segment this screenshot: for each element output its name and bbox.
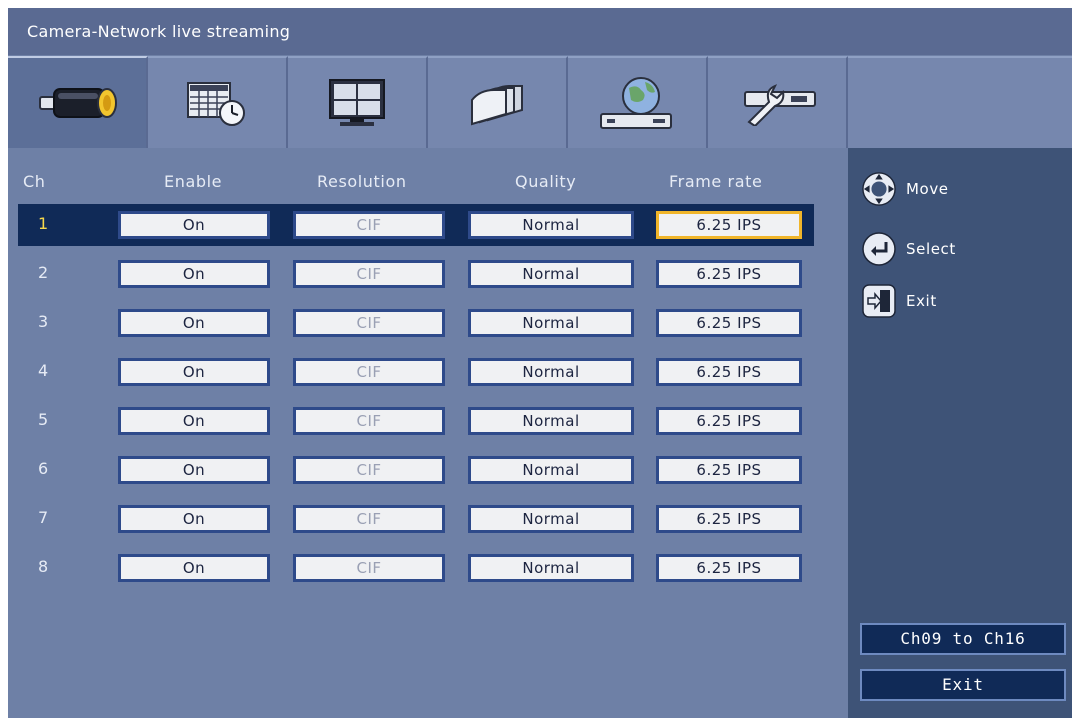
- quality-field[interactable]: Normal: [468, 309, 634, 337]
- legend-move-label: Move: [906, 180, 949, 198]
- channel-number: 5: [38, 410, 49, 429]
- enable-field[interactable]: On: [118, 456, 270, 484]
- enable-field[interactable]: On: [118, 260, 270, 288]
- tab-bar-filler: [848, 56, 1072, 148]
- resolution-field[interactable]: CIF: [293, 456, 445, 484]
- frame-rate-field[interactable]: 6.25 IPS: [656, 456, 802, 484]
- frame-rate-field[interactable]: 6.25 IPS: [656, 309, 802, 337]
- resolution-field[interactable]: CIF: [293, 407, 445, 435]
- quality-field[interactable]: Normal: [468, 407, 634, 435]
- enable-field[interactable]: On: [118, 554, 270, 582]
- quality-field[interactable]: Normal: [468, 260, 634, 288]
- tab-display[interactable]: [288, 56, 428, 148]
- streaming-table: Ch Enable Resolution Quality Frame rate …: [8, 148, 848, 718]
- table-row[interactable]: 7 On CIF Normal 6.25 IPS: [18, 498, 814, 540]
- tab-camera[interactable]: [8, 56, 148, 148]
- network-globe-icon: [600, 77, 672, 129]
- table-row[interactable]: 4 On CIF Normal 6.25 IPS: [18, 351, 814, 393]
- header-quality: Quality: [515, 172, 577, 191]
- next-channels-button[interactable]: Ch09 to Ch16: [860, 623, 1066, 655]
- header-frame-rate: Frame rate: [669, 172, 763, 191]
- tab-schedule[interactable]: [148, 56, 288, 148]
- side-panel: Move Select Exit Ch09 to Ch16 Exit: [848, 148, 1072, 718]
- header-ch: Ch: [23, 172, 46, 191]
- legend-exit: Exit: [862, 284, 937, 318]
- enable-field[interactable]: On: [118, 358, 270, 386]
- quality-field[interactable]: Normal: [468, 211, 634, 239]
- enable-field[interactable]: On: [118, 407, 270, 435]
- enable-field[interactable]: On: [118, 211, 270, 239]
- table-row[interactable]: 5 On CIF Normal 6.25 IPS: [18, 400, 814, 442]
- legend-move: Move: [862, 172, 949, 206]
- tab-network[interactable]: [568, 56, 708, 148]
- table-row[interactable]: 2 On CIF Normal 6.25 IPS: [18, 253, 814, 295]
- frame-rate-field[interactable]: 6.25 IPS: [656, 358, 802, 386]
- legend-select: Select: [862, 232, 956, 266]
- frame-rate-field[interactable]: 6.25 IPS: [656, 260, 802, 288]
- quality-field[interactable]: Normal: [468, 358, 634, 386]
- frame-rate-field[interactable]: 6.25 IPS: [656, 211, 802, 239]
- frame-rate-field[interactable]: 6.25 IPS: [656, 407, 802, 435]
- resolution-field[interactable]: CIF: [293, 309, 445, 337]
- exit-door-icon: [862, 284, 896, 318]
- window-title: Camera-Network live streaming: [8, 8, 1072, 55]
- camera-icon: [39, 88, 117, 118]
- resolution-field[interactable]: CIF: [293, 554, 445, 582]
- channel-number: 2: [38, 263, 49, 282]
- exit-button[interactable]: Exit: [860, 669, 1066, 701]
- legend-exit-label: Exit: [906, 292, 937, 310]
- tools-icon: [744, 84, 816, 126]
- table-row[interactable]: 1 On CIF Normal 6.25 IPS: [18, 204, 814, 246]
- quality-field[interactable]: Normal: [468, 554, 634, 582]
- legend-select-label: Select: [906, 240, 956, 258]
- enter-icon: [862, 232, 896, 266]
- resolution-field[interactable]: CIF: [293, 505, 445, 533]
- tab-storage[interactable]: [428, 56, 568, 148]
- tab-bar: [8, 56, 848, 148]
- channel-number: 3: [38, 312, 49, 331]
- tab-system[interactable]: [708, 56, 848, 148]
- disk-stack-icon: [471, 85, 523, 126]
- header-enable: Enable: [164, 172, 223, 191]
- channel-number: 4: [38, 361, 49, 380]
- frame-rate-field[interactable]: 6.25 IPS: [656, 554, 802, 582]
- channel-number: 1: [38, 214, 49, 233]
- table-row[interactable]: 8 On CIF Normal 6.25 IPS: [18, 547, 814, 589]
- enable-field[interactable]: On: [118, 505, 270, 533]
- resolution-field[interactable]: CIF: [293, 211, 445, 239]
- dvr-menu-window: Camera-Network live streaming Ch Enable …: [8, 8, 1072, 718]
- schedule-icon: [187, 82, 245, 126]
- resolution-field[interactable]: CIF: [293, 260, 445, 288]
- resolution-field[interactable]: CIF: [293, 358, 445, 386]
- quality-field[interactable]: Normal: [468, 456, 634, 484]
- monitor-icon: [329, 79, 385, 126]
- enable-field[interactable]: On: [118, 309, 270, 337]
- header-resolution: Resolution: [317, 172, 407, 191]
- table-row[interactable]: 6 On CIF Normal 6.25 IPS: [18, 449, 814, 491]
- channel-number: 8: [38, 557, 49, 576]
- dpad-icon: [862, 172, 896, 206]
- channel-number: 6: [38, 459, 49, 478]
- frame-rate-field[interactable]: 6.25 IPS: [656, 505, 802, 533]
- channel-number: 7: [38, 508, 49, 527]
- table-row[interactable]: 3 On CIF Normal 6.25 IPS: [18, 302, 814, 344]
- quality-field[interactable]: Normal: [468, 505, 634, 533]
